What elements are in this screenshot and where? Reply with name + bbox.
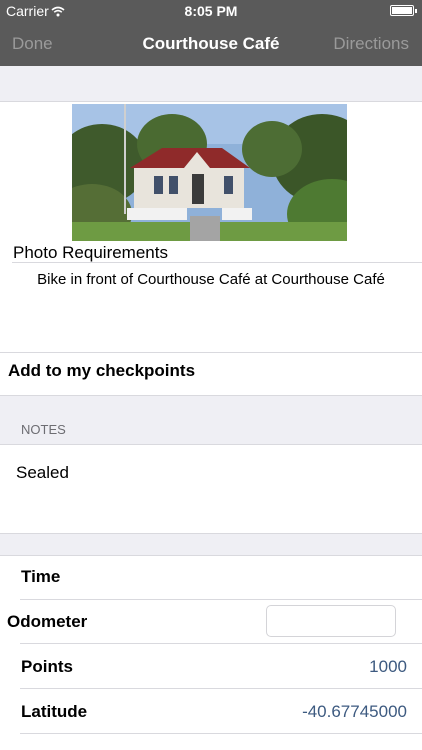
directions-button[interactable]: Directions — [333, 34, 409, 54]
latitude-label: Latitude — [21, 702, 88, 721]
divider — [20, 733, 422, 734]
battery-icon — [390, 5, 417, 16]
divider — [20, 599, 422, 600]
status-bar: Carrier 8:05 PM — [0, 0, 422, 22]
courthouse-photo — [72, 104, 347, 241]
points-value: 1000 — [369, 657, 407, 676]
notes-section-header: NOTES — [21, 422, 66, 437]
divider — [0, 352, 422, 353]
notes-section — [0, 444, 422, 533]
photo-requirements-heading: Photo Requirements — [13, 243, 168, 262]
navigation-bar: Done Courthouse Café Directions — [0, 22, 422, 66]
points-label: Points — [21, 657, 73, 676]
divider — [0, 444, 422, 445]
photo-requirements-text: Bike in front of Courthouse Café at Cour… — [37, 271, 385, 288]
notes-text[interactable]: Sealed — [16, 463, 69, 483]
divider — [0, 395, 422, 396]
clock: 8:05 PM — [184, 3, 238, 19]
odometer-input[interactable] — [266, 605, 396, 637]
divider — [0, 533, 422, 534]
divider — [0, 555, 422, 556]
divider — [20, 688, 422, 689]
divider — [0, 101, 422, 102]
odometer-label: Odometer — [7, 612, 88, 631]
latitude-value: -40.67745000 — [302, 702, 407, 721]
add-to-checkpoints-button[interactable]: Add to my checkpoints — [8, 361, 195, 381]
divider — [20, 643, 422, 644]
time-label: Time — [21, 567, 61, 586]
